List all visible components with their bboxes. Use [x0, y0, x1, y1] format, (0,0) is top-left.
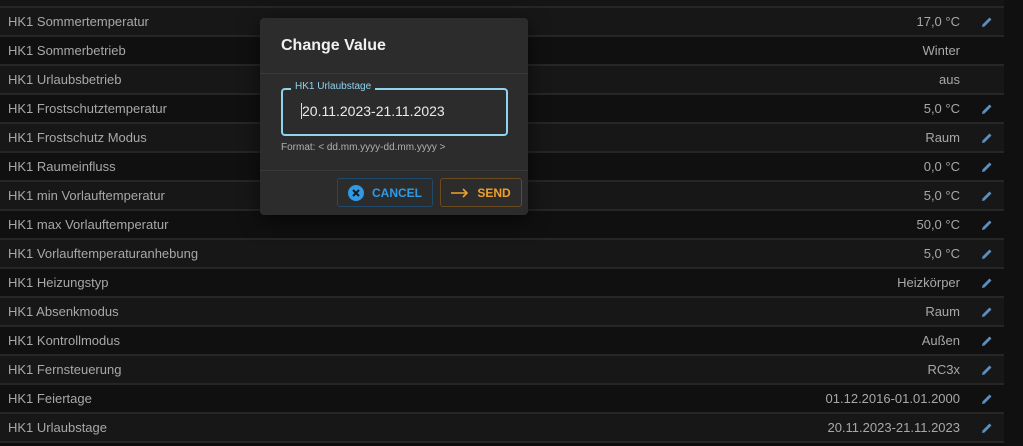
send-label: SEND [477, 185, 511, 200]
row-value: 17,0 °C [916, 14, 960, 29]
value-input[interactable]: 20.11.2023-21.11.2023 [301, 103, 445, 119]
arrow-right-icon [451, 187, 469, 198]
value-field[interactable]: HK1 Urlaubstage 20.11.2023-21.11.2023 [281, 81, 508, 136]
row-value: RC3x [927, 362, 960, 377]
table-row: HK1 Kontrollmodus Außen [0, 327, 1004, 356]
row-value: 5,0 °C [923, 101, 960, 116]
pencil-icon [982, 307, 992, 317]
row-label: HK1 Urlaubstage [8, 420, 107, 435]
scrollbar-track[interactable] [1004, 0, 1023, 446]
pencil-icon [982, 220, 992, 230]
format-hint: Format: < dd.mm.yyyy-dd.mm.yyyy > [281, 142, 446, 153]
row-value: Raum [925, 304, 960, 319]
pencil-icon [982, 104, 992, 114]
table-row: HK1 max Vorlauftemperatur 50,0 °C [0, 211, 1004, 240]
row-value: Raum [925, 130, 960, 145]
row-value: Winter [922, 43, 960, 58]
edit-button[interactable] [970, 393, 1004, 405]
pencil-icon [982, 278, 992, 288]
table-row: HK1 Feiertage 01.12.2016-01.01.2000 [0, 385, 1004, 414]
row-label: HK1 max Vorlauftemperatur [8, 217, 169, 232]
edit-button[interactable] [970, 161, 1004, 173]
pencil-icon [982, 365, 992, 375]
edit-button[interactable] [970, 190, 1004, 202]
row-label: HK1 Kontrollmodus [8, 333, 120, 348]
pencil-icon [982, 394, 992, 404]
edit-button[interactable] [970, 103, 1004, 115]
change-value-dialog: Change Value HK1 Urlaubstage 20.11.2023-… [260, 18, 528, 215]
dialog-title: Change Value [260, 18, 528, 74]
row-label: HK1 Vorlauftemperaturanhebung [8, 246, 199, 261]
send-button[interactable]: SEND [440, 178, 522, 207]
row-label: HK1 Heizungstyp [8, 275, 109, 290]
edit-button[interactable] [970, 277, 1004, 289]
edit-button[interactable] [970, 422, 1004, 434]
edit-button[interactable] [970, 335, 1004, 347]
pencil-icon [982, 162, 992, 172]
row-value: Heizkörper [897, 275, 960, 290]
pencil-icon [982, 133, 992, 143]
dialog-divider [260, 170, 528, 171]
row-label: HK1 Feiertage [8, 391, 92, 406]
table-row: HK1 Vorlauftemperaturanhebung 5,0 °C [0, 240, 1004, 269]
cancel-label: CANCEL [372, 185, 422, 200]
table-row: HK1 Heizungstyp Heizkörper [0, 269, 1004, 298]
row-label: HK1 Absenkmodus [8, 304, 119, 319]
row-value: 5,0 °C [923, 188, 960, 203]
pencil-icon [982, 191, 992, 201]
row-value: 20.11.2023-21.11.2023 [827, 420, 960, 435]
pencil-icon [982, 336, 992, 346]
table-row: HK1 Fernsteuerung RC3x [0, 356, 1004, 385]
value-field-label: HK1 Urlaubstage [291, 81, 376, 92]
edit-button[interactable] [970, 364, 1004, 376]
pencil-icon [982, 423, 992, 433]
table-row: HK1 Urlaubstage 20.11.2023-21.11.2023 [0, 414, 1004, 443]
edit-button[interactable] [970, 306, 1004, 318]
edit-button[interactable] [970, 16, 1004, 28]
table-row: HK1 Absenkmodus Raum [0, 298, 1004, 327]
row-value: aus [939, 72, 960, 87]
row-label: HK1 Fernsteuerung [8, 362, 122, 377]
row-value: Außen [921, 333, 960, 348]
pencil-icon [982, 17, 992, 27]
table-row-partial [0, 0, 1004, 8]
edit-button[interactable] [970, 248, 1004, 260]
pencil-icon [982, 249, 992, 259]
row-value: 0,0 °C [923, 159, 960, 174]
row-value: 01.12.2016-01.01.2000 [825, 391, 960, 406]
edit-button[interactable] [970, 132, 1004, 144]
cancel-button[interactable]: CANCEL [337, 178, 433, 207]
row-value: 50,0 °C [916, 217, 960, 232]
row-value: 5,0 °C [923, 246, 960, 261]
edit-button[interactable] [970, 219, 1004, 231]
cancel-circle-icon [348, 184, 364, 201]
